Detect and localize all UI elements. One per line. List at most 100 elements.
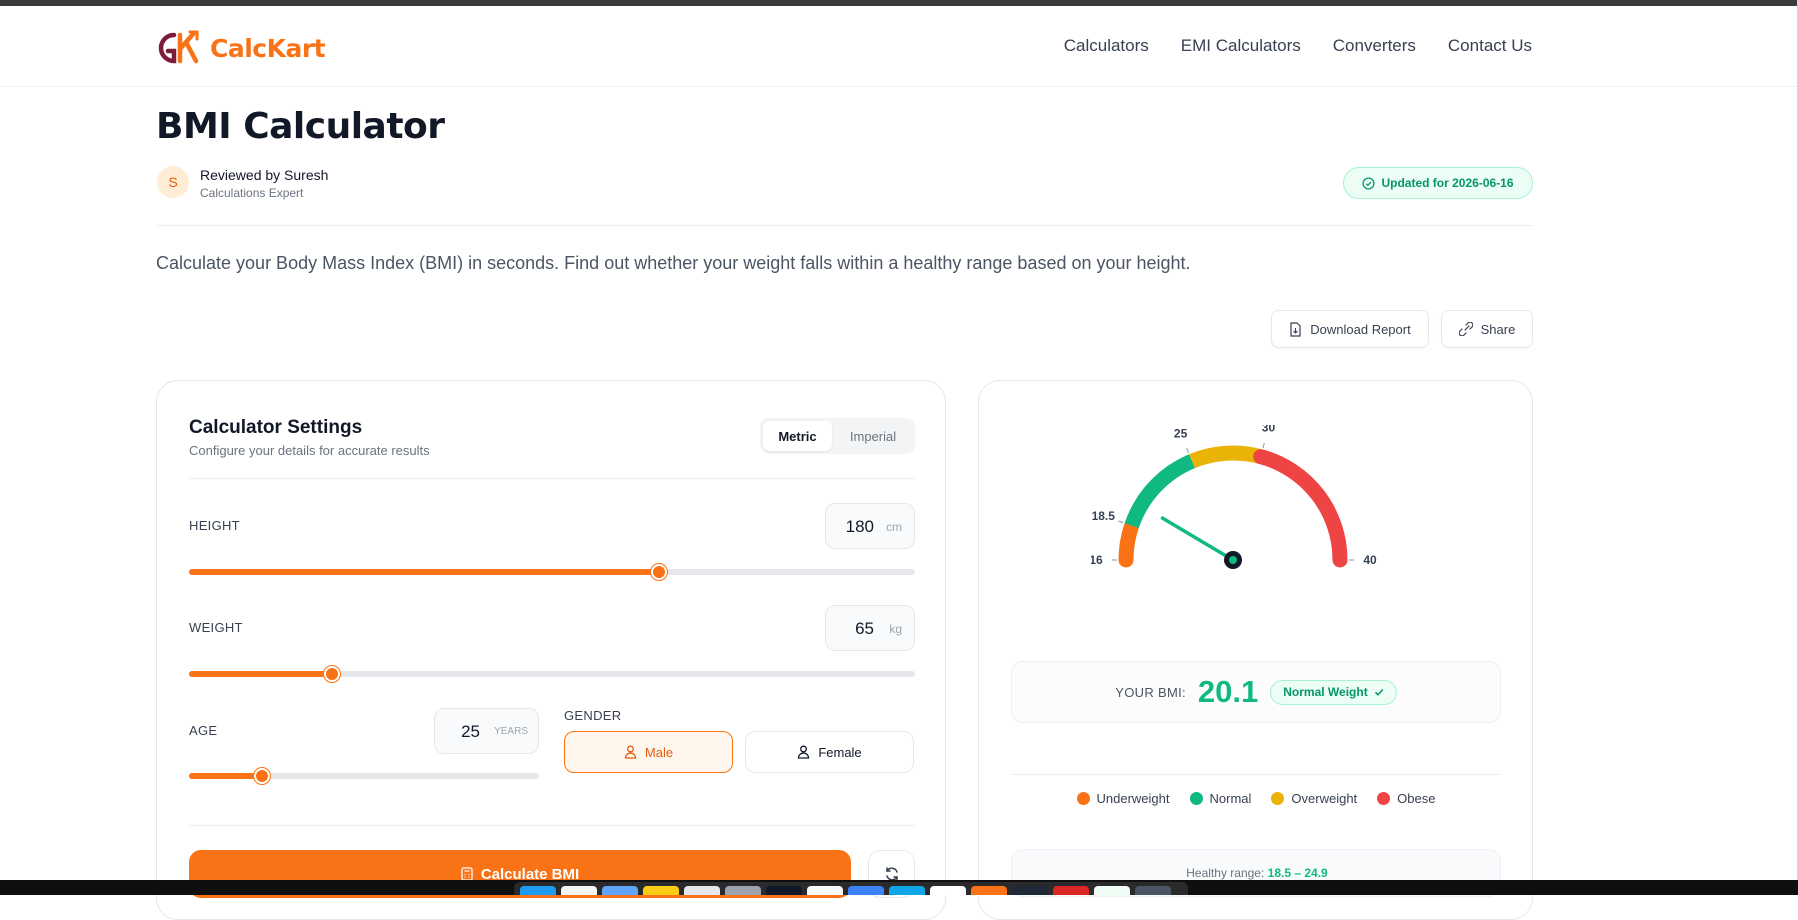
gauge-tick-label: 40: [1363, 553, 1377, 567]
legend-dot-underweight: [1076, 792, 1090, 805]
gauge-needle: [1160, 516, 1235, 562]
legend-label-normal: Normal: [1209, 791, 1252, 806]
dock-app-icon[interactable]: [971, 886, 1007, 895]
page-title: BMI Calculator: [156, 106, 445, 147]
unit-imperial-tab[interactable]: Imperial: [834, 421, 912, 451]
reviewer-name: Reviewed by Suresh: [200, 167, 329, 183]
gauge-segment-overweight: [1189, 445, 1263, 469]
dock-app-icon[interactable]: [766, 886, 802, 895]
settings-subtitle: Configure your details for accurate resu…: [189, 443, 430, 458]
dock-app-icon[interactable]: [602, 886, 638, 895]
bmi-value: 20.1: [1197, 674, 1259, 709]
legend-label-overweight: Overweight: [1291, 791, 1358, 806]
weight-slider-fill: [189, 671, 333, 677]
user-icon: [624, 745, 637, 759]
bmi-gauge: 16 18.5 25 30 40: [1091, 425, 1377, 569]
gauge-segment-underweight: [1118, 518, 1140, 568]
age-slider-fill: [189, 773, 262, 779]
legend-item-underweight: Underweight: [1076, 791, 1170, 806]
nav-contact-us[interactable]: Contact Us: [1448, 36, 1532, 56]
calculator-icon: [461, 867, 473, 881]
weight-unit: kg: [889, 622, 902, 636]
gauge-tick: [1118, 520, 1124, 524]
bmi-category-badge: Normal Weight: [1270, 679, 1397, 705]
dock-app-icon[interactable]: [848, 886, 884, 895]
healthy-range-value: 18.5 – 24.9: [1267, 866, 1328, 880]
dock-app-icon[interactable]: [1135, 886, 1171, 895]
age-slider[interactable]: [189, 768, 539, 784]
share-link-icon: [1458, 322, 1473, 336]
weight-slider[interactable]: [189, 666, 915, 682]
divider: [1011, 774, 1501, 775]
unit-toggle: Metric Imperial: [760, 418, 915, 454]
check-circle-icon: [1362, 176, 1376, 190]
dock-app-icon[interactable]: [930, 886, 966, 895]
bmi-legend: Underweight Normal Overweight Obese: [1011, 791, 1501, 806]
intro-text: Calculate your Body Mass Index (BMI) in …: [156, 253, 1191, 273]
weight-value: 65: [855, 619, 874, 638]
height-input[interactable]: 180 cm: [825, 503, 915, 549]
gauge-tick: [1262, 442, 1265, 449]
legend-item-obese: Obese: [1377, 791, 1435, 806]
gender-female-button[interactable]: Female: [745, 731, 914, 773]
weight-slider-thumb[interactable]: [324, 666, 341, 682]
height-slider-fill: [189, 569, 659, 575]
gender-female-label: Female: [818, 744, 862, 760]
check-icon: [1374, 688, 1384, 696]
gauge-tick-label: 30: [1262, 425, 1276, 435]
dock-app-icon[interactable]: [1094, 886, 1130, 895]
gauge-segment-obese: [1253, 449, 1348, 568]
calculator-settings-card: Calculator Settings Configure your detai…: [156, 380, 946, 920]
bmi-category-text: Normal Weight: [1283, 685, 1368, 699]
dock-app-icon[interactable]: [684, 886, 720, 895]
dock-app-icon[interactable]: [807, 886, 843, 895]
height-value: 180: [845, 517, 874, 536]
dock-app-icon[interactable]: [1012, 886, 1048, 895]
brand-logo[interactable]: CalcKart: [156, 28, 326, 68]
gender-label: GENDER: [564, 708, 622, 723]
updated-badge: Updated for 2026-06-16: [1343, 167, 1533, 199]
dock-app-icon[interactable]: [520, 886, 556, 895]
divider: [156, 225, 1533, 226]
dock-app-icon[interactable]: [643, 886, 679, 895]
divider: [189, 478, 915, 479]
download-report-button[interactable]: Download Report: [1271, 310, 1429, 348]
healthy-range-text: Healthy range: 18.5 – 24.9: [1012, 866, 1502, 880]
share-label: Share: [1480, 321, 1516, 337]
gender-male-label: Male: [644, 744, 674, 760]
dock-app-icon[interactable]: [1053, 886, 1089, 895]
legend-dot-normal: [1189, 792, 1203, 805]
age-input[interactable]: 25 YEARS: [434, 708, 539, 754]
dock-app-icon[interactable]: [561, 886, 597, 895]
dock-app-icon[interactable]: [889, 886, 925, 895]
os-dock: [514, 882, 1188, 895]
calckart-logo-icon: [158, 30, 199, 64]
legend-dot-overweight: [1271, 792, 1285, 805]
nav-converters[interactable]: Converters: [1333, 36, 1416, 56]
unit-metric-tab[interactable]: Metric: [763, 421, 832, 451]
gauge-tick-label: 16: [1091, 553, 1103, 567]
weight-label: WEIGHT: [189, 620, 243, 635]
legend-dot-obese: [1377, 792, 1391, 805]
nav-emi-calculators[interactable]: EMI Calculators: [1181, 36, 1301, 56]
age-unit: YEARS: [494, 726, 528, 737]
dock-app-icon[interactable]: [725, 886, 761, 895]
bmi-result-card: 16 18.5 25 30 40 YOUR BMI: 20.1 Normal Weigh…: [978, 380, 1533, 920]
share-button[interactable]: Share: [1441, 310, 1533, 348]
gauge-tick: [1186, 447, 1190, 454]
legend-item-normal: Normal: [1189, 791, 1252, 806]
height-label: HEIGHT: [189, 518, 240, 533]
legend-item-overweight: Overweight: [1271, 791, 1357, 806]
age-label: AGE: [189, 723, 218, 738]
weight-input[interactable]: 65 kg: [825, 605, 915, 651]
age-value: 25: [461, 722, 480, 741]
height-slider-thumb[interactable]: [650, 564, 667, 580]
reviewer-role: Calculations Expert: [200, 186, 304, 200]
age-slider-thumb[interactable]: [253, 768, 270, 784]
gauge-tick-label: 25: [1174, 426, 1188, 440]
height-slider[interactable]: [189, 564, 915, 580]
bmi-result-label: YOUR BMI:: [1115, 684, 1186, 700]
nav-calculators[interactable]: Calculators: [1064, 36, 1149, 56]
gender-male-button[interactable]: Male: [564, 731, 733, 773]
user-icon: [798, 745, 810, 759]
